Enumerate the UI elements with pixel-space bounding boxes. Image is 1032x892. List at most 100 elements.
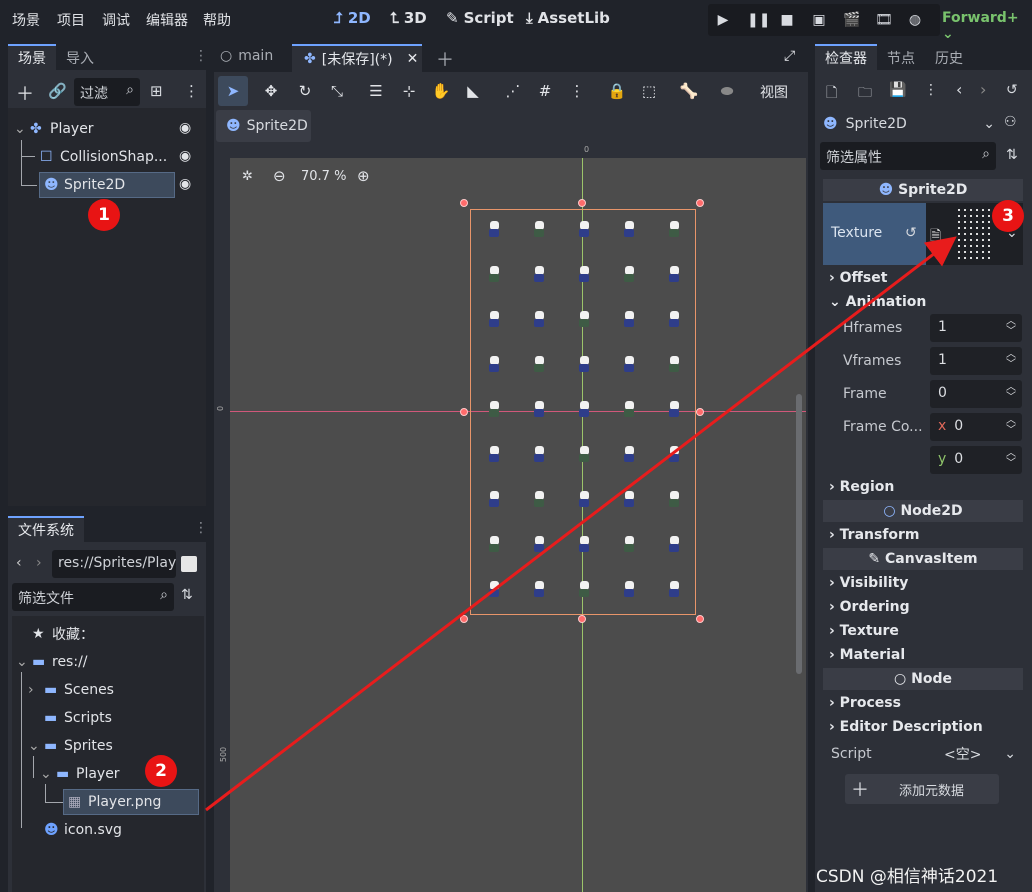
play-icon[interactable]: ▶ <box>715 12 731 28</box>
menu-scene[interactable]: 场景 <box>12 10 40 30</box>
category-editor-description[interactable]: › Editor Description <box>829 719 983 735</box>
file-item-favorites[interactable]: ★ 收藏： <box>32 621 94 647</box>
sprite-frame[interactable] <box>470 209 696 615</box>
move-tool-icon[interactable]: ✥ <box>258 78 284 104</box>
dock-menu-icon[interactable]: ⋮ <box>194 48 208 64</box>
revert-icon[interactable]: ↺ <box>905 225 917 241</box>
vertical-scrollbar[interactable] <box>796 394 802 674</box>
zoom-in-icon[interactable]: ⊕ <box>357 167 370 185</box>
tab-import[interactable]: 导入 <box>56 44 104 70</box>
category-process[interactable]: › Process <box>829 695 901 711</box>
zoom-level[interactable]: 70.7 % <box>301 169 346 184</box>
pivot-tool-icon[interactable]: ⊹ <box>396 78 422 104</box>
resize-handle[interactable] <box>696 408 704 416</box>
node-selector[interactable]: ☻ Sprite2D ⌄ <box>819 110 995 138</box>
back-icon[interactable]: ‹ <box>16 555 22 571</box>
category-texture[interactable]: › Texture <box>829 623 899 639</box>
chevron-down-icon[interactable]: ⌄ <box>14 121 30 137</box>
frame-coords-x-spinbox[interactable]: x 0 ︿ ﹀ <box>930 413 1022 441</box>
renderer-selector[interactable]: Forward+ ⌄ <box>942 10 1032 42</box>
add-tab-icon[interactable]: ＋ <box>436 46 454 72</box>
scene-tab-unsaved[interactable]: ✤ [未保存](*) ✕ <box>292 44 422 72</box>
category-offset[interactable]: › Offset <box>829 270 887 286</box>
resource-menu-icon[interactable]: ⋮ <box>924 82 938 98</box>
file-item-scripts[interactable]: ▬ Scripts <box>44 705 112 731</box>
pause-icon[interactable]: ❚❚ <box>747 12 770 28</box>
visibility-eye-icon[interactable]: ◉ <box>179 148 191 164</box>
file-item-res[interactable]: ⌄ ▬ res:// <box>16 649 88 675</box>
stop-icon[interactable]: ■ <box>779 12 795 28</box>
distraction-free-icon[interactable]: ⤢ <box>784 48 795 64</box>
tab-filesystem[interactable]: 文件系统 <box>8 516 84 542</box>
skeleton-icon[interactable]: 🦴 <box>676 78 702 104</box>
object-properties-icon[interactable]: ⚇ <box>1004 114 1017 130</box>
resize-handle[interactable] <box>578 199 586 207</box>
file-item-player-folder[interactable]: ⌄ ▬ Player <box>40 761 120 787</box>
close-icon[interactable]: ✕ <box>407 51 419 67</box>
open-folder-icon[interactable]: 🗀 <box>858 82 872 106</box>
save-icon[interactable]: 💾 <box>889 82 906 98</box>
property-filter-input[interactable]: 筛选属性 ⌕ <box>820 142 996 170</box>
workspace-3d-button[interactable]: ⮤ 3D <box>390 9 427 27</box>
tab-scene[interactable]: 场景 <box>8 44 56 70</box>
file-item-icon-svg[interactable]: ☻ icon.svg <box>44 817 122 843</box>
category-material[interactable]: › Material <box>829 647 905 663</box>
tree-item-collisionshape[interactable]: ☐ CollisionShap... <box>40 144 176 170</box>
file-item-player-png[interactable]: ▦ Player.png <box>63 789 199 815</box>
chevron-down-icon[interactable]: ⌄ <box>28 738 44 754</box>
play-scene-icon[interactable]: 🎬 <box>843 12 860 28</box>
category-visibility[interactable]: › Visibility <box>829 575 908 591</box>
list-select-icon[interactable]: ☰ <box>363 78 389 104</box>
forward-icon[interactable]: › <box>36 555 42 571</box>
visibility-eye-icon[interactable]: ◉ <box>179 120 191 136</box>
movie-maker-icon[interactable]: ◍ <box>907 12 923 28</box>
hframes-spinbox[interactable]: 1 ︿ ﹀ <box>930 314 1022 342</box>
history-icon[interactable]: ↺ <box>1006 82 1018 98</box>
script-selector[interactable]: <空> ⌄ <box>930 740 1022 768</box>
workspace-script-button[interactable]: ✎ Script <box>446 9 514 27</box>
vframes-spinbox[interactable]: 1 ︿ ﹀ <box>930 347 1022 375</box>
group-icon[interactable]: ⬚ <box>636 78 662 104</box>
scale-tool-icon[interactable]: ⤡ <box>324 78 350 104</box>
workspace-assetlib-button[interactable]: ⤓ AssetLib <box>526 9 610 27</box>
tree-item-player[interactable]: ⌄ ✤ Player <box>14 116 204 142</box>
chevron-left-icon[interactable]: ‹ <box>956 80 962 99</box>
resize-handle[interactable] <box>578 615 586 623</box>
attach-script-icon[interactable]: ⊞ <box>150 82 163 100</box>
view-menu[interactable]: 视图 <box>760 82 788 102</box>
remote-debug-icon[interactable]: ▣ <box>811 12 827 28</box>
resize-handle[interactable] <box>696 199 704 207</box>
path-field[interactable]: res://Sprites/Play <box>52 550 176 578</box>
scene-tab-main[interactable]: ○ main <box>220 48 273 64</box>
resize-handle[interactable] <box>696 615 704 623</box>
tab-node[interactable]: 节点 <box>877 44 925 70</box>
rotate-tool-icon[interactable]: ↻ <box>292 78 318 104</box>
visibility-eye-icon[interactable]: ◉ <box>179 176 191 192</box>
resize-handle[interactable] <box>460 408 468 416</box>
snap-options-icon[interactable]: ⋮ <box>564 78 590 104</box>
filter-options-icon[interactable]: ⇅ <box>1006 147 1018 163</box>
resize-handle[interactable] <box>460 615 468 623</box>
select-tool-icon[interactable]: ➤ <box>220 78 246 104</box>
scene-menu-icon[interactable]: ⋮ <box>184 82 199 100</box>
chevron-right-icon[interactable]: › <box>28 682 44 698</box>
file-item-sprites[interactable]: ⌄ ▬ Sprites <box>28 733 113 759</box>
tab-inspector[interactable]: 检查器 <box>815 44 877 70</box>
breadcrumb[interactable]: ☻ Sprite2D <box>216 110 311 142</box>
add-metadata-button[interactable]: ＋ 添加元数据 <box>845 774 999 804</box>
new-resource-icon[interactable]: 🗋 <box>826 82 837 106</box>
play-custom-scene-icon[interactable]: 🎞 <box>875 12 893 28</box>
chevron-down-icon[interactable]: ⌄ <box>40 766 56 782</box>
chevron-down-icon[interactable]: ⌄ <box>16 654 32 670</box>
zoom-out-icon[interactable]: ⊖ <box>273 167 286 185</box>
tab-history[interactable]: 历史 <box>925 44 973 70</box>
add-node-icon[interactable]: ＋ <box>16 80 34 106</box>
lock-icon[interactable]: 🔒 <box>604 78 630 104</box>
dock-menu-icon[interactable]: ⋮ <box>194 520 208 536</box>
link-icon[interactable]: 🔗 <box>48 82 67 100</box>
category-animation[interactable]: ⌄ Animation <box>829 294 926 310</box>
frame-coords-y-spinbox[interactable]: y 0 ︿ ﹀ <box>930 446 1022 474</box>
resize-handle[interactable] <box>460 199 468 207</box>
workspace-2d-button[interactable]: ⮥ 2D <box>334 9 371 27</box>
frame-spinbox[interactable]: 0 ︿ ﹀ <box>930 380 1022 408</box>
